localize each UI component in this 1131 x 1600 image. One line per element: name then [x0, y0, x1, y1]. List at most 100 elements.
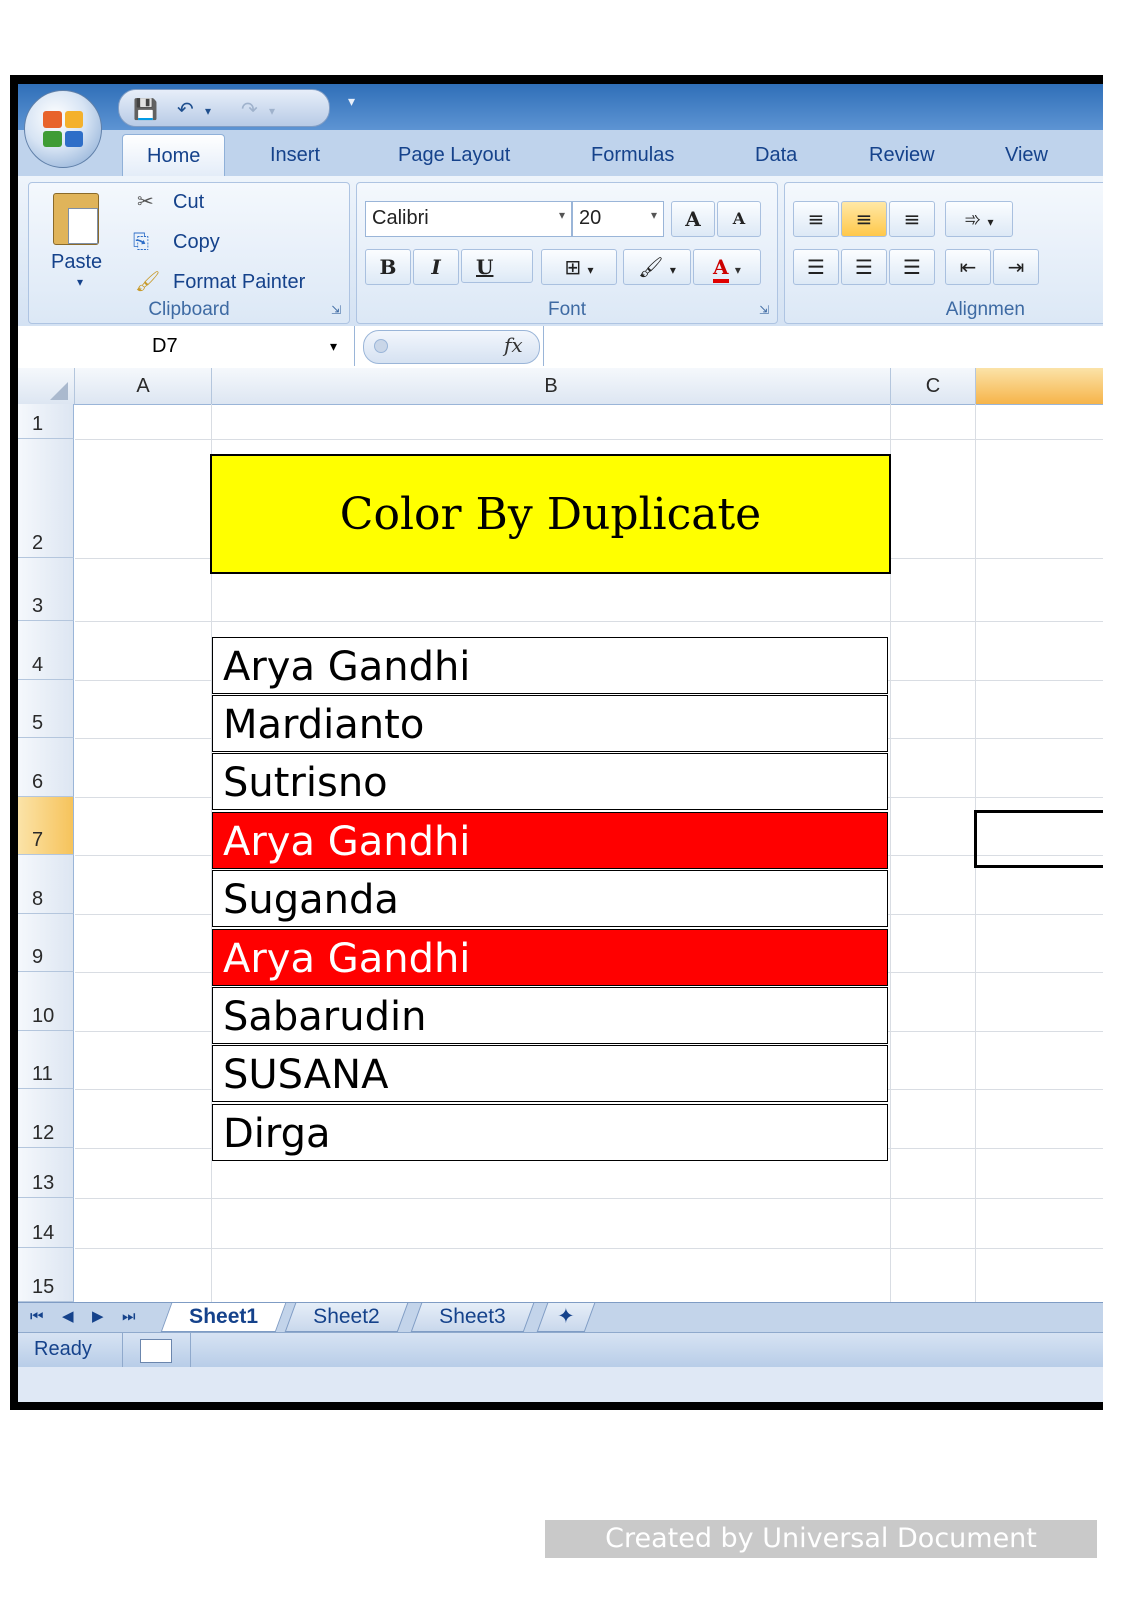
- cut-button[interactable]: Cut: [173, 191, 204, 214]
- paste-label: Paste: [51, 251, 103, 273]
- name-cell-b5[interactable]: Mardianto: [212, 695, 888, 752]
- name-box[interactable]: D7 ▾: [18, 326, 355, 366]
- row-header[interactable]: 2: [18, 439, 74, 558]
- insert-sheet-icon: ✦: [557, 1305, 575, 1328]
- middle-align-button[interactable]: ≡: [841, 201, 887, 237]
- copy-button[interactable]: Copy: [173, 231, 220, 254]
- tab-page-layout[interactable]: Page Layout: [398, 134, 510, 176]
- row-header[interactable]: 1: [18, 404, 74, 439]
- name-box-dropdown-icon[interactable]: ▾: [330, 326, 337, 366]
- redo-dropdown-icon[interactable]: ▾: [269, 104, 275, 118]
- first-sheet-icon[interactable]: ⏮: [30, 1307, 44, 1325]
- row-header[interactable]: 8: [18, 855, 74, 914]
- orientation-button[interactable]: ➾ ▾: [945, 201, 1013, 237]
- name-cell-b7-duplicate[interactable]: Arya Gandhi: [212, 812, 888, 869]
- column-header-c[interactable]: C: [891, 368, 976, 405]
- row-header[interactable]: 9: [18, 914, 74, 972]
- clipboard-group: Paste ▾ ✂ Cut ⎘ Copy 🖌 Format Painter Cl…: [28, 182, 350, 324]
- bottom-align-button[interactable]: ≡: [889, 201, 935, 237]
- row-header-selected[interactable]: 7: [18, 797, 74, 855]
- column-header-b[interactable]: B: [212, 368, 891, 405]
- decrease-indent-button[interactable]: ⇤: [945, 249, 991, 285]
- row-header[interactable]: 5: [18, 680, 74, 738]
- bottom-align-icon: ≡: [903, 207, 921, 231]
- office-button[interactable]: [24, 90, 102, 168]
- middle-align-icon: ≡: [855, 207, 873, 231]
- row-header[interactable]: 10: [18, 972, 74, 1031]
- copy-icon: ⎘: [133, 231, 149, 253]
- align-left-button[interactable]: ☰: [793, 249, 839, 285]
- formula-bar-expand-icon[interactable]: [374, 339, 388, 353]
- row-header[interactable]: 15: [18, 1248, 74, 1302]
- row-header[interactable]: 4: [18, 621, 74, 680]
- name-cell-b4[interactable]: Arya Gandhi: [212, 637, 888, 694]
- sheet-tab-sheet3[interactable]: Sheet3: [410, 1303, 534, 1332]
- customize-qat-icon[interactable]: ▾: [348, 94, 355, 110]
- row-header[interactable]: 14: [18, 1198, 74, 1248]
- next-sheet-icon[interactable]: ▶: [92, 1307, 104, 1325]
- macro-record-icon[interactable]: [140, 1339, 172, 1363]
- tab-data[interactable]: Data: [755, 134, 797, 176]
- insert-sheet-button[interactable]: ✦: [536, 1303, 595, 1332]
- font-name-dropdown-icon[interactable]: ▾: [559, 208, 565, 222]
- undo-dropdown-icon[interactable]: ▾: [205, 104, 211, 118]
- column-header-a[interactable]: A: [75, 368, 212, 405]
- align-right-button[interactable]: ☰: [889, 249, 935, 285]
- row-header[interactable]: 6: [18, 738, 74, 797]
- save-icon[interactable]: 💾: [133, 97, 158, 121]
- format-painter-icon: 🖌: [135, 271, 161, 293]
- underline-button[interactable]: U: [461, 249, 533, 283]
- top-align-button[interactable]: ≡: [793, 201, 839, 237]
- italic-button[interactable]: I: [413, 249, 459, 285]
- fill-color-button[interactable]: 🖌 ▾: [623, 249, 691, 285]
- redo-icon[interactable]: ↷: [241, 97, 258, 121]
- tab-formulas[interactable]: Formulas: [591, 134, 674, 176]
- align-center-button[interactable]: ☰: [841, 249, 887, 285]
- name-cell-b12[interactable]: Dirga: [212, 1104, 888, 1161]
- tab-insert[interactable]: Insert: [270, 134, 320, 176]
- tab-home[interactable]: Home: [122, 134, 226, 177]
- increase-indent-button[interactable]: ⇥: [993, 249, 1039, 285]
- column-header-d[interactable]: [976, 368, 1103, 405]
- fill-color-dropdown-icon: ▾: [669, 263, 676, 277]
- insert-function-icon[interactable]: fx: [504, 333, 523, 357]
- prev-sheet-icon[interactable]: ◀: [62, 1307, 74, 1325]
- select-all-corner[interactable]: [18, 368, 75, 405]
- row-header[interactable]: 12: [18, 1089, 74, 1148]
- formula-input[interactable]: [543, 326, 1103, 366]
- borders-button[interactable]: ⊞ ▾: [541, 249, 617, 285]
- tab-view[interactable]: View: [1005, 134, 1048, 176]
- sheet-tab-sheet2[interactable]: Sheet2: [284, 1303, 408, 1332]
- name-cell-b10[interactable]: Sabarudin: [212, 987, 888, 1044]
- font-name-box[interactable]: Calibri ▾: [365, 201, 572, 237]
- bold-button[interactable]: B: [365, 249, 411, 285]
- tab-review[interactable]: Review: [869, 134, 935, 176]
- title-cell-b2[interactable]: Color By Duplicate: [210, 454, 891, 574]
- fill-color-icon: 🖌: [638, 255, 664, 279]
- gridline: [75, 1248, 1103, 1249]
- undo-icon[interactable]: ↶: [177, 97, 194, 121]
- title-bar: 💾 ↶ ▾ ↷ ▾ ▾: [18, 84, 1103, 130]
- format-painter-button[interactable]: Format Painter: [173, 271, 305, 294]
- font-color-button[interactable]: A ▾: [693, 249, 761, 285]
- row-header[interactable]: 11: [18, 1031, 74, 1089]
- name-cell-b11[interactable]: SUSANA: [212, 1045, 888, 1102]
- shrink-font-button[interactable]: A: [717, 201, 761, 237]
- sheet-tab-sheet1[interactable]: Sheet1: [160, 1303, 287, 1332]
- clipboard-launcher-icon[interactable]: ⇲: [331, 303, 341, 317]
- font-size-box[interactable]: 20 ▾: [572, 201, 664, 237]
- office-logo-icon: [43, 111, 83, 147]
- paste-dropdown-icon[interactable]: ▾: [77, 275, 83, 289]
- font-launcher-icon[interactable]: ⇲: [759, 303, 769, 317]
- active-cell-d7[interactable]: [974, 810, 1103, 868]
- name-cell-b9-duplicate[interactable]: Arya Gandhi: [212, 929, 888, 986]
- paste-button[interactable]: Paste ▾: [39, 189, 123, 289]
- last-sheet-icon[interactable]: ⏭: [122, 1307, 136, 1325]
- row-header[interactable]: 13: [18, 1148, 74, 1198]
- font-color-dropdown-icon: ▾: [734, 263, 741, 277]
- name-cell-b8[interactable]: Suganda: [212, 870, 888, 927]
- grow-font-button[interactable]: A: [671, 201, 715, 237]
- font-size-dropdown-icon[interactable]: ▾: [651, 208, 657, 222]
- name-cell-b6[interactable]: Sutrisno: [212, 753, 888, 810]
- row-header[interactable]: 3: [18, 558, 74, 621]
